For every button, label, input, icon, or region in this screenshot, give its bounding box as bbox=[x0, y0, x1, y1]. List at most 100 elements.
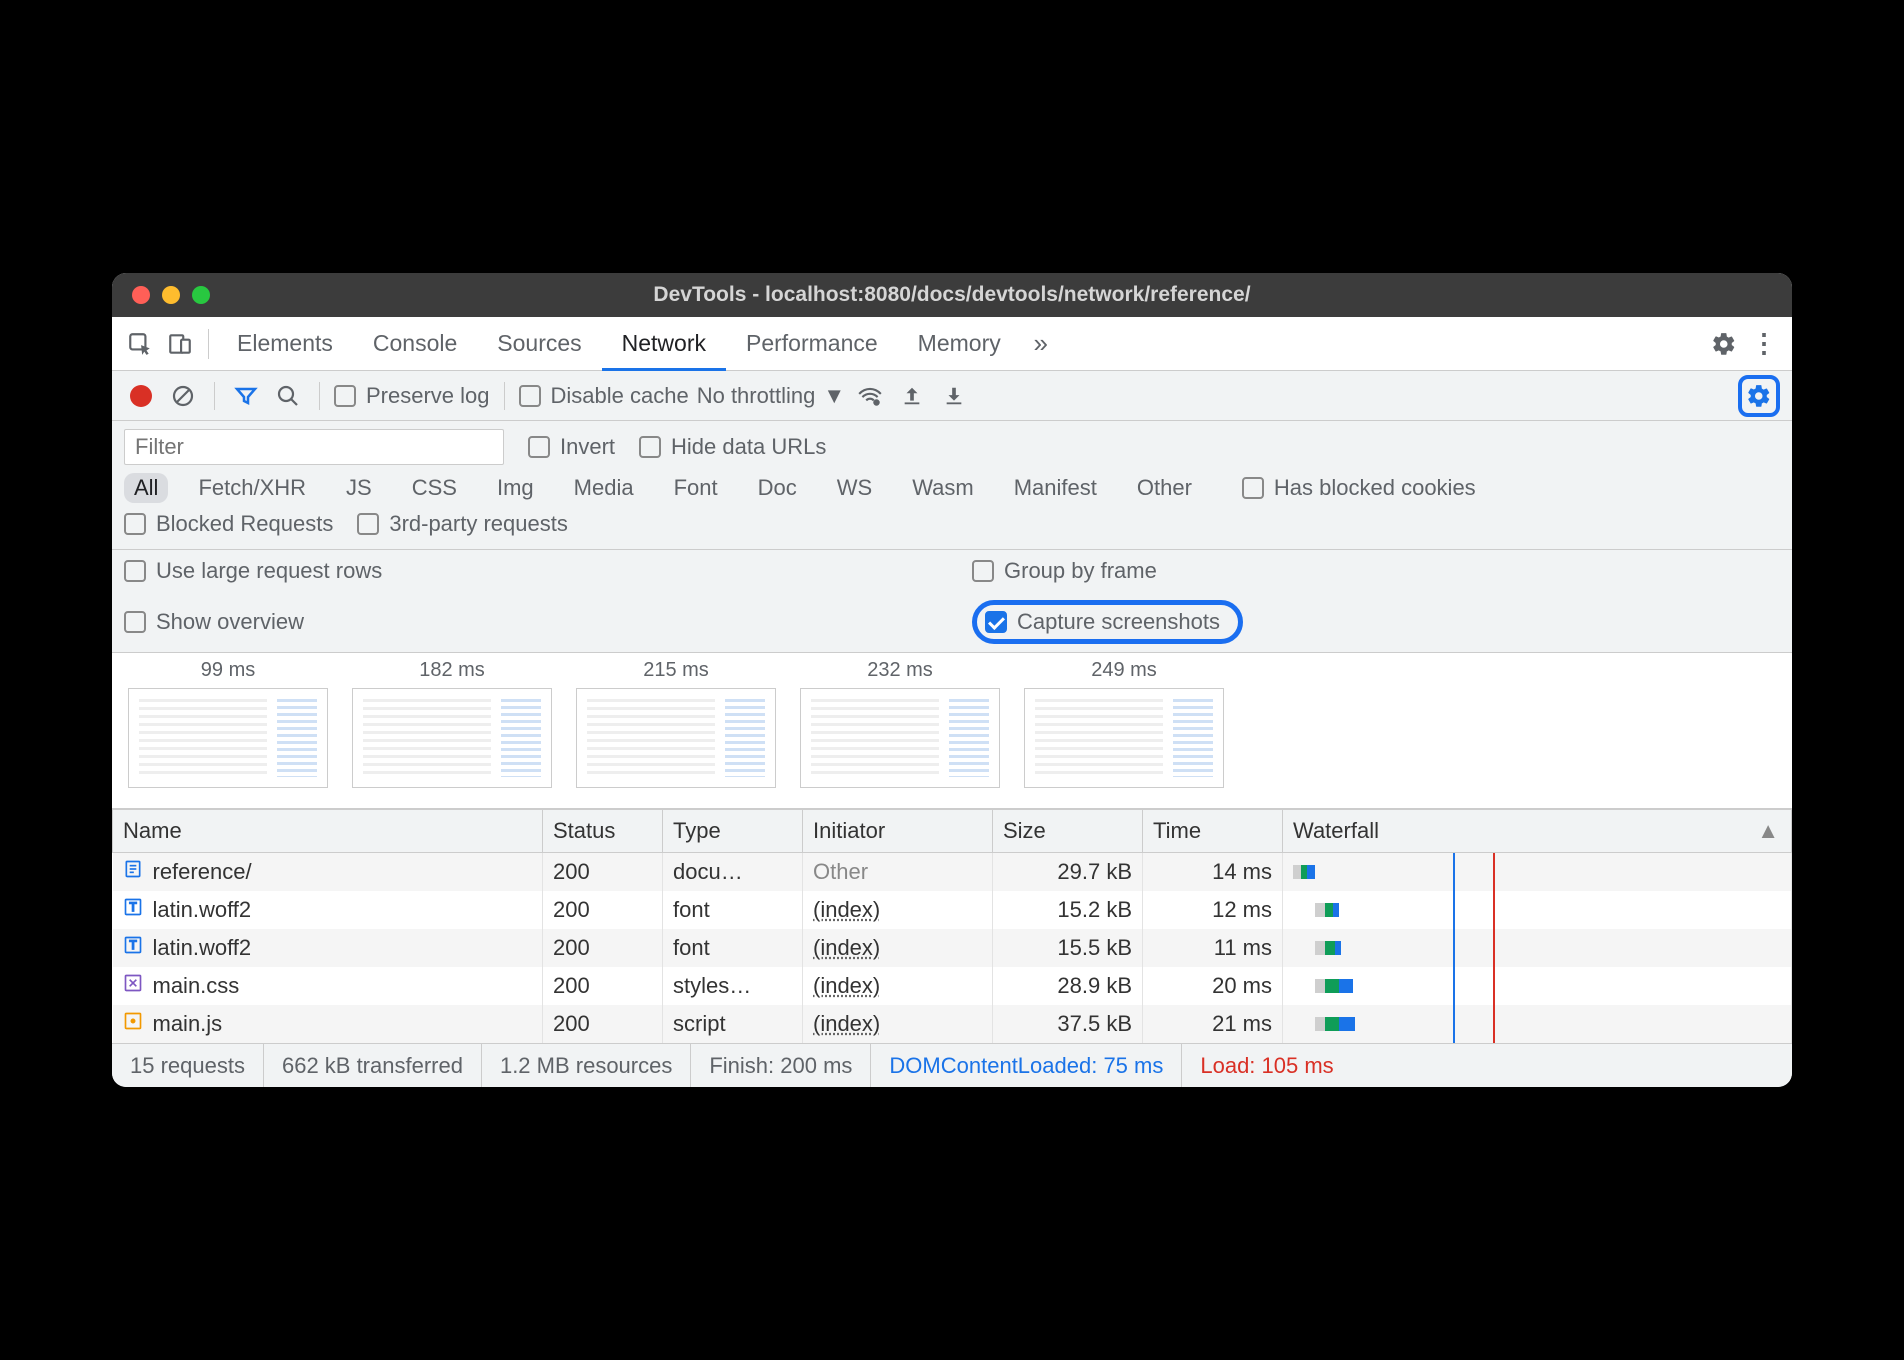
tab-performance[interactable]: Performance bbox=[726, 317, 898, 371]
tab-sources[interactable]: Sources bbox=[477, 317, 601, 371]
screenshot-thumb[interactable]: 232 ms bbox=[800, 659, 1000, 788]
search-icon[interactable] bbox=[271, 379, 305, 413]
network-conditions-icon[interactable] bbox=[853, 379, 887, 413]
type-filter-css[interactable]: CSS bbox=[402, 473, 467, 503]
col-status[interactable]: Status bbox=[543, 810, 663, 853]
screenshot-image bbox=[352, 688, 552, 788]
screenshot-thumb[interactable]: 215 ms bbox=[576, 659, 776, 788]
col-initiator[interactable]: Initiator bbox=[803, 810, 993, 853]
blocked-requests-label: Blocked Requests bbox=[156, 511, 333, 537]
col-waterfall[interactable]: Waterfall▲ bbox=[1283, 810, 1792, 853]
file-type-icon bbox=[123, 859, 143, 885]
screenshot-timestamp: 232 ms bbox=[867, 659, 933, 682]
tab-network[interactable]: Network bbox=[602, 317, 726, 371]
chevron-down-icon: ▼ bbox=[823, 383, 845, 409]
initiator-cell: (index) bbox=[803, 1005, 993, 1043]
screenshot-thumb[interactable]: 249 ms bbox=[1024, 659, 1224, 788]
screenshot-thumb[interactable]: 182 ms bbox=[352, 659, 552, 788]
col-size[interactable]: Size bbox=[993, 810, 1143, 853]
screenshot-thumb[interactable]: 99 ms bbox=[128, 659, 328, 788]
show-overview-label: Show overview bbox=[156, 609, 304, 635]
zoom-window-button[interactable] bbox=[192, 286, 210, 304]
initiator-link[interactable]: (index) bbox=[813, 973, 880, 998]
tab-elements[interactable]: Elements bbox=[217, 317, 353, 371]
svg-text:T: T bbox=[129, 901, 136, 914]
kebab-menu-icon[interactable]: ⋮ bbox=[1744, 324, 1784, 364]
group-by-frame-checkbox[interactable]: Group by frame bbox=[972, 558, 1157, 584]
table-row[interactable]: main.css200styles…(index)28.9 kB20 ms bbox=[113, 967, 1792, 1005]
inspect-icon[interactable] bbox=[120, 324, 160, 364]
third-party-checkbox[interactable]: 3rd-party requests bbox=[357, 511, 568, 537]
hide-data-urls-label: Hide data URLs bbox=[671, 434, 826, 460]
network-settings-button[interactable] bbox=[1738, 375, 1780, 417]
clear-icon[interactable] bbox=[166, 379, 200, 413]
type-filter-manifest[interactable]: Manifest bbox=[1004, 473, 1107, 503]
table-row[interactable]: main.js200script(index)37.5 kB21 ms bbox=[113, 1005, 1792, 1043]
svg-text:T: T bbox=[129, 939, 136, 952]
tab-console[interactable]: Console bbox=[353, 317, 477, 371]
size-cell: 29.7 kB bbox=[993, 853, 1143, 892]
screenshot-image bbox=[800, 688, 1000, 788]
network-toolbar: Preserve log Disable cache No throttling… bbox=[112, 371, 1792, 421]
type-filter-fetchxhr[interactable]: Fetch/XHR bbox=[188, 473, 316, 503]
disable-cache-checkbox[interactable]: Disable cache bbox=[519, 383, 689, 409]
file-type-icon bbox=[123, 973, 143, 999]
record-button[interactable] bbox=[130, 385, 152, 407]
type-filter-wasm[interactable]: Wasm bbox=[902, 473, 984, 503]
download-har-icon[interactable] bbox=[937, 379, 971, 413]
more-tabs-icon[interactable]: » bbox=[1021, 324, 1061, 364]
throttling-select[interactable]: No throttling ▼ bbox=[697, 383, 845, 409]
invert-checkbox[interactable]: Invert bbox=[528, 434, 615, 460]
status-finish: Finish: 200 ms bbox=[691, 1044, 871, 1087]
show-overview-checkbox[interactable]: Show overview bbox=[124, 609, 304, 635]
blocked-requests-checkbox[interactable]: Blocked Requests bbox=[124, 511, 333, 537]
table-row[interactable]: reference/200docu…Other29.7 kB14 ms bbox=[113, 853, 1792, 892]
time-cell: 12 ms bbox=[1143, 891, 1283, 929]
use-large-rows-checkbox[interactable]: Use large request rows bbox=[124, 558, 382, 584]
col-time[interactable]: Time bbox=[1143, 810, 1283, 853]
initiator-cell: Other bbox=[803, 853, 993, 892]
table-header: Name Status Type Initiator Size Time Wat… bbox=[113, 810, 1792, 853]
capture-screenshots-label: Capture screenshots bbox=[1017, 609, 1220, 635]
type-cell: script bbox=[663, 1005, 803, 1043]
hide-data-urls-checkbox[interactable]: Hide data URLs bbox=[639, 434, 826, 460]
has-blocked-cookies-checkbox[interactable]: Has blocked cookies bbox=[1242, 475, 1476, 501]
type-filter-ws[interactable]: WS bbox=[827, 473, 882, 503]
file-type-icon: T bbox=[123, 897, 143, 923]
time-cell: 21 ms bbox=[1143, 1005, 1283, 1043]
minimize-window-button[interactable] bbox=[162, 286, 180, 304]
network-settings-panel: Use large request rows Group by frame Sh… bbox=[112, 549, 1792, 653]
preserve-log-checkbox[interactable]: Preserve log bbox=[334, 383, 490, 409]
invert-label: Invert bbox=[560, 434, 615, 460]
settings-gear-icon[interactable] bbox=[1704, 324, 1744, 364]
table-row[interactable]: Tlatin.woff2200font(index)15.5 kB11 ms bbox=[113, 929, 1792, 967]
status-load: Load: 105 ms bbox=[1182, 1044, 1351, 1087]
initiator-link[interactable]: (index) bbox=[813, 897, 880, 922]
tab-memory[interactable]: Memory bbox=[898, 317, 1021, 371]
col-type[interactable]: Type bbox=[663, 810, 803, 853]
filter-input[interactable] bbox=[124, 429, 504, 465]
waterfall-bar bbox=[1293, 897, 1781, 923]
waterfall-bar bbox=[1293, 973, 1781, 999]
upload-har-icon[interactable] bbox=[895, 379, 929, 413]
type-filter-all[interactable]: All bbox=[124, 473, 168, 503]
type-filter-other[interactable]: Other bbox=[1127, 473, 1202, 503]
initiator-cell: (index) bbox=[803, 967, 993, 1005]
status-resources: 1.2 MB resources bbox=[482, 1044, 691, 1087]
initiator-link[interactable]: (index) bbox=[813, 1011, 880, 1036]
device-toggle-icon[interactable] bbox=[160, 324, 200, 364]
type-filter-media[interactable]: Media bbox=[564, 473, 644, 503]
throttling-value: No throttling bbox=[697, 383, 816, 409]
type-filter-img[interactable]: Img bbox=[487, 473, 544, 503]
table-row[interactable]: Tlatin.woff2200font(index)15.2 kB12 ms bbox=[113, 891, 1792, 929]
col-name[interactable]: Name bbox=[113, 810, 543, 853]
capture-screenshots-checkbox[interactable]: Capture screenshots bbox=[985, 609, 1220, 635]
initiator-link[interactable]: (index) bbox=[813, 935, 880, 960]
close-window-button[interactable] bbox=[132, 286, 150, 304]
time-cell: 20 ms bbox=[1143, 967, 1283, 1005]
screenshots-filmstrip: 99 ms182 ms215 ms 232 ms 249 ms bbox=[112, 653, 1792, 809]
type-filter-doc[interactable]: Doc bbox=[748, 473, 807, 503]
filter-toggle-icon[interactable] bbox=[229, 379, 263, 413]
type-filter-font[interactable]: Font bbox=[664, 473, 728, 503]
type-filter-js[interactable]: JS bbox=[336, 473, 382, 503]
